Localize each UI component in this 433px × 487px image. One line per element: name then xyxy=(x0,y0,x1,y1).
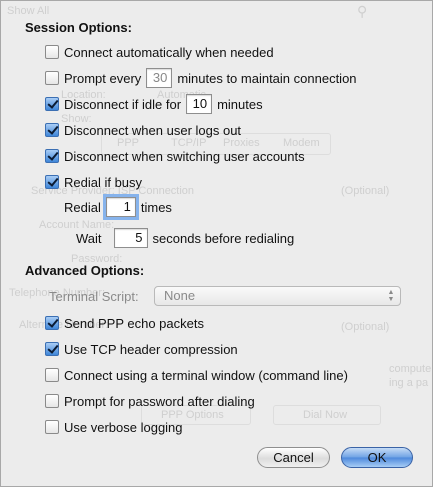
tcp-compression-checkbox[interactable] xyxy=(45,342,59,356)
terminal-window-option[interactable]: Connect using a terminal window (command… xyxy=(45,365,348,385)
echo-packets-option[interactable]: Send PPP echo packets xyxy=(45,313,204,333)
prompt-every-suffix: minutes to maintain connection xyxy=(177,70,357,86)
prompt-every-label: Prompt every xyxy=(64,70,142,86)
redial-count-label: Redial xyxy=(64,199,101,215)
verbose-logging-checkbox[interactable] xyxy=(45,420,59,434)
prompt-every-checkbox[interactable] xyxy=(45,71,59,85)
bg-search-icon: ⚲ xyxy=(357,3,368,19)
cancel-button[interactable]: Cancel xyxy=(257,447,330,468)
connect-automatically-label: Connect automatically when needed xyxy=(64,44,274,60)
wait-suffix: seconds before redialing xyxy=(152,230,295,246)
disconnect-switch-label: Disconnect when switching user accounts xyxy=(64,148,305,164)
disconnect-logout-label: Disconnect when user logs out xyxy=(64,122,242,138)
terminal-script-value: None xyxy=(164,288,196,303)
disconnect-idle-label: Disconnect if idle for xyxy=(64,96,182,112)
prompt-every-minutes-field[interactable]: 30 xyxy=(146,68,173,88)
redial-count-row: Redial 1 times xyxy=(64,194,172,220)
prompt-password-option[interactable]: Prompt for password after dialing xyxy=(45,391,255,411)
wait-seconds-field[interactable]: 5 xyxy=(113,228,148,248)
terminal-window-label: Connect using a terminal window (command… xyxy=(64,367,348,383)
disconnect-idle-suffix: minutes xyxy=(217,96,263,112)
echo-packets-label: Send PPP echo packets xyxy=(64,315,204,331)
prompt-every-option[interactable]: Prompt every 30 minutes to maintain conn… xyxy=(45,68,357,88)
verbose-logging-label: Use verbose logging xyxy=(64,419,183,435)
wait-label: Wait xyxy=(76,230,102,246)
verbose-logging-option[interactable]: Use verbose logging xyxy=(45,417,183,437)
terminal-script-label: Terminal Script: xyxy=(49,289,139,304)
redial-count-field[interactable]: 1 xyxy=(102,194,139,220)
bg-hint-1: computer xyxy=(389,363,433,375)
bg-alternate-optional: (Optional) xyxy=(341,321,390,333)
redial-busy-checkbox[interactable] xyxy=(45,175,59,189)
disconnect-switch-checkbox[interactable] xyxy=(45,149,59,163)
disconnect-idle-checkbox[interactable] xyxy=(45,97,59,111)
tcp-compression-label: Use TCP header compression xyxy=(64,341,238,357)
terminal-window-checkbox[interactable] xyxy=(45,368,59,382)
bg-search-text: Show All xyxy=(7,5,50,17)
session-options-title: Session Options: xyxy=(25,20,132,35)
redial-busy-option[interactable]: Redial if busy xyxy=(45,172,142,192)
advanced-options-title: Advanced Options: xyxy=(25,263,145,278)
prompt-password-checkbox[interactable] xyxy=(45,394,59,408)
wait-row: Wait 5 seconds before redialing xyxy=(76,228,294,248)
tcp-compression-option[interactable]: Use TCP header compression xyxy=(45,339,238,359)
prompt-password-label: Prompt for password after dialing xyxy=(64,393,255,409)
echo-packets-checkbox[interactable] xyxy=(45,316,59,330)
disconnect-idle-option[interactable]: Disconnect if idle for 10 minutes xyxy=(45,94,263,114)
connect-automatically-option[interactable]: Connect automatically when needed xyxy=(45,42,274,62)
ppp-options-sheet: Show All ⚲ Location: Automatic Show: PPP… xyxy=(0,0,433,487)
disconnect-logout-option[interactable]: Disconnect when user logs out xyxy=(45,120,241,140)
disconnect-idle-minutes-field[interactable]: 10 xyxy=(186,94,213,114)
disconnect-logout-checkbox[interactable] xyxy=(45,123,59,137)
redial-busy-label: Redial if busy xyxy=(64,174,143,190)
bg-hint-2: ing a pa xyxy=(389,377,429,389)
connect-automatically-checkbox[interactable] xyxy=(45,45,59,59)
disconnect-switch-option[interactable]: Disconnect when switching user accounts xyxy=(45,146,305,166)
terminal-script-popup[interactable]: None ▲ ▼ xyxy=(154,286,401,306)
ok-button[interactable]: OK xyxy=(341,447,413,468)
redial-count-suffix: times xyxy=(140,199,172,215)
bg-service-optional: (Optional) xyxy=(341,185,390,197)
popup-arrows-icon: ▲ ▼ xyxy=(387,289,395,303)
bg-dial-now-label: Dial Now xyxy=(303,409,348,421)
